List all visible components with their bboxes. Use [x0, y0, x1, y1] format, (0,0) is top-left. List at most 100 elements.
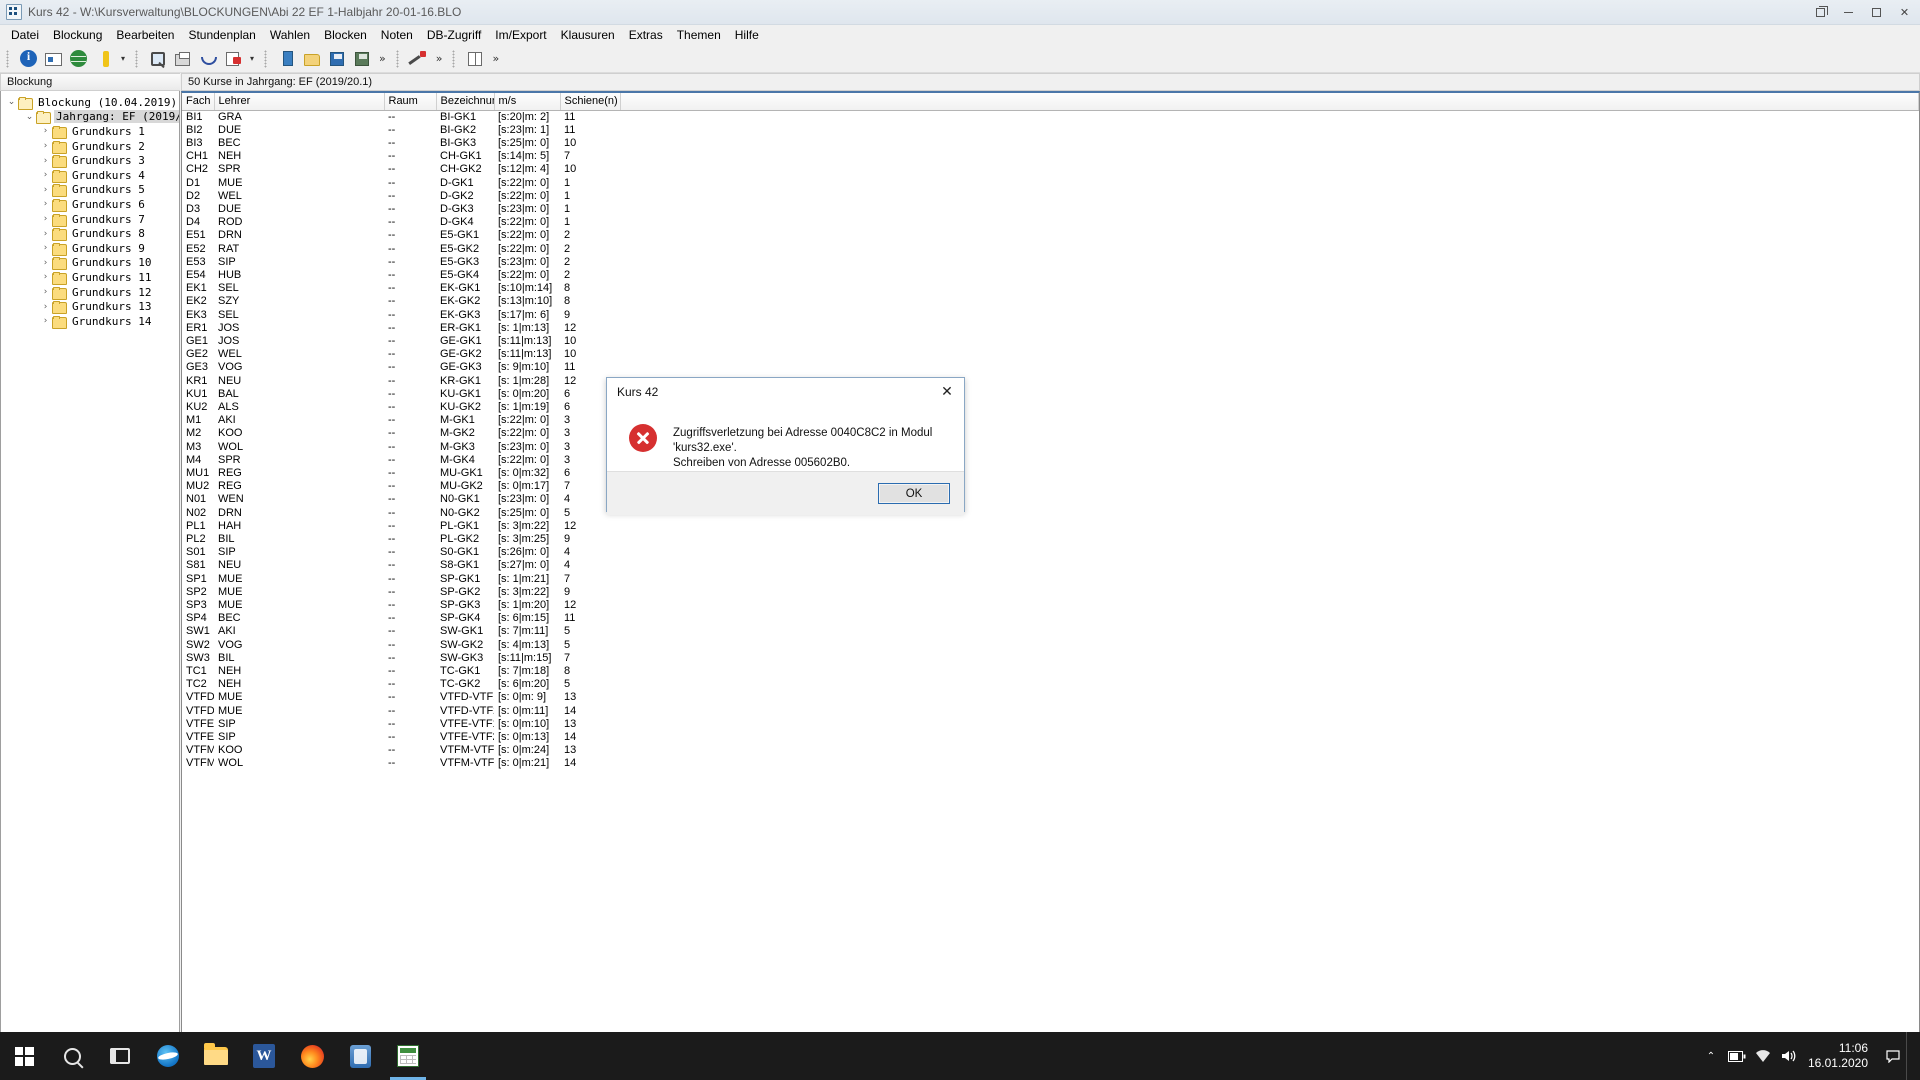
file-explorer-button[interactable] [192, 1032, 240, 1080]
toolbar-dropdown-2[interactable]: ▾ [245, 48, 259, 70]
tray-expand-button[interactable]: ⌃ [1698, 1032, 1724, 1080]
column-header-lehrer[interactable]: Lehrer [214, 93, 385, 111]
table-row[interactable]: SP2 MUE -- SP-GK2 [s: 3|m:22] 9 [182, 586, 1919, 599]
tree-node[interactable]: › Grundkurs 12 [1, 285, 179, 300]
menu-item-datei[interactable]: Datei [4, 25, 46, 45]
table-row[interactable]: TC1 NEH -- TC-GK1 [s: 7|m:18] 8 [182, 665, 1919, 678]
tree-node[interactable]: › Grundkurs 4 [1, 168, 179, 183]
chevron-right-icon[interactable]: › [39, 126, 52, 136]
menu-item-im-export[interactable]: Im/Export [488, 25, 553, 45]
table-row[interactable]: GE1 JOS -- GE-GK1 [s:11|m:13] 10 [182, 335, 1919, 348]
minimize-button[interactable] [1835, 2, 1862, 23]
table-row[interactable]: VTFE2 SIP -- VTFE-VTF2 [s: 0|m:13] 14 [182, 731, 1919, 744]
table-row[interactable]: N01 WEN -- N0-GK1 [s:23|m: 0] 4 [182, 493, 1919, 506]
table-row[interactable]: SP3 MUE -- SP-GK3 [s: 1|m:20] 12 [182, 599, 1919, 612]
tree-node[interactable]: › Grundkurs 6 [1, 197, 179, 212]
toolbar-grip-3[interactable] [264, 49, 267, 68]
column-header-raum[interactable]: Raum [384, 93, 437, 111]
chevron-right-icon[interactable]: › [39, 229, 52, 239]
chevron-right-icon[interactable]: › [39, 316, 52, 326]
column-header-schienen[interactable]: Schiene(n) [560, 93, 621, 111]
chevron-right-icon[interactable]: › [39, 156, 52, 166]
table-row[interactable]: PL1 HAH -- PL-GK1 [s: 3|m:22] 12 [182, 520, 1919, 533]
save-all-button[interactable] [350, 48, 373, 70]
error-dialog[interactable]: Kurs 42 ✕ Zugriffsverletzung bei Adresse… [606, 377, 965, 515]
table-row[interactable]: M4 SPR -- M-GK4 [s:22|m: 0] 3 [182, 454, 1919, 467]
close-button[interactable]: ✕ [1891, 2, 1918, 23]
pgadmin-button[interactable] [336, 1032, 384, 1080]
table-row[interactable]: N02 DRN -- N0-GK2 [s:25|m: 0] 5 [182, 507, 1919, 520]
menu-item-wahlen[interactable]: Wahlen [263, 25, 317, 45]
menu-item-stundenplan[interactable]: Stundenplan [181, 25, 262, 45]
table-row[interactable]: KU2 ALS -- KU-GK2 [s: 1|m:19] 6 [182, 401, 1919, 414]
tree-node[interactable]: ⌄ Jahrgang: EF (2019/ [1, 110, 179, 125]
chevron-right-icon[interactable]: › [39, 214, 52, 224]
menu-item-noten[interactable]: Noten [374, 25, 420, 45]
tree-node[interactable]: › Grundkurs 3 [1, 153, 179, 169]
tree-node[interactable]: › Grundkurs 7 [1, 212, 179, 227]
chevron-down-icon[interactable]: ⌄ [23, 112, 36, 122]
search-button[interactable] [48, 1032, 96, 1080]
key-button[interactable] [92, 48, 115, 70]
chevron-right-icon[interactable]: › [39, 170, 52, 180]
tree-node[interactable]: › Grundkurs 11 [1, 270, 179, 285]
toolbar-dropdown-1[interactable]: ▾ [116, 48, 130, 70]
table-row[interactable]: TC2 NEH -- TC-GK2 [s: 6|m:20] 5 [182, 678, 1919, 691]
toolbar-grip-4[interactable] [395, 49, 399, 68]
toolbar-overflow-4[interactable]: » [431, 52, 448, 65]
table-row[interactable]: EK1 SEL -- EK-GK1 [s:10|m:14] 8 [182, 282, 1919, 295]
start-button[interactable] [0, 1032, 48, 1080]
table-row[interactable]: VTFM2 WOL -- VTFM-VTF2 [s: 0|m:21] 14 [182, 757, 1919, 770]
menu-item-hilfe[interactable]: Hilfe [728, 25, 766, 45]
network-icon[interactable] [1750, 1032, 1776, 1080]
tree-node[interactable]: ⌄ Blockung (10.04.2019) [1, 95, 179, 110]
table-row[interactable]: GE2 WEL -- GE-GK2 [s:11|m:13] 10 [182, 348, 1919, 361]
tree-node[interactable]: › Grundkurs 9 [1, 241, 179, 256]
table-row[interactable]: D1 MUE -- D-GK1 [s:22|m: 0] 1 [182, 177, 1919, 190]
tree-node[interactable]: › Grundkurs 8 [1, 226, 179, 242]
table-row[interactable]: E53 SIP -- E5-GK3 [s:23|m: 0] 2 [182, 256, 1919, 269]
table-row[interactable]: SP1 MUE -- SP-GK1 [s: 1|m:21] 7 [182, 573, 1919, 586]
table-row[interactable]: EK3 SEL -- EK-GK3 [s:17|m: 6] 9 [182, 309, 1919, 322]
tree-node[interactable]: › Grundkurs 13 [1, 299, 179, 315]
course-grid-container[interactable]: Fach Lehrer Raum Bezeichnung m/s Schiene… [181, 91, 1920, 1078]
menu-item-extras[interactable]: Extras [622, 25, 670, 45]
print-button[interactable] [171, 48, 194, 70]
volume-icon[interactable] [1776, 1032, 1802, 1080]
table-row[interactable]: BI3 BEC -- BI-GK3 [s:25|m: 0] 10 [182, 137, 1919, 150]
table-row[interactable]: VTFM1 KOO -- VTFM-VTF1 [s: 0|m:24] 13 [182, 744, 1919, 757]
table-row[interactable]: SW3 BIL -- SW-GK3 [s:11|m:15] 7 [182, 652, 1919, 665]
tree-node[interactable]: › Grundkurs 10 [1, 256, 179, 271]
table-row[interactable]: VTFD2 MUE -- VTFD-VTF2 [s: 0|m:11] 14 [182, 705, 1919, 718]
table-row[interactable]: S81 NEU -- S8-GK1 [s:27|m: 0] 4 [182, 559, 1919, 572]
table-row[interactable]: VTFD1 MUE -- VTFD-VTF1 [s: 0|m: 9] 13 [182, 691, 1919, 704]
kurs42-button[interactable] [384, 1032, 432, 1080]
menu-item-blockung[interactable]: Blockung [46, 25, 109, 45]
book-button[interactable] [463, 48, 486, 70]
chevron-right-icon[interactable]: › [39, 287, 52, 297]
chevron-right-icon[interactable]: › [39, 199, 52, 209]
blockung-tree[interactable]: ⌄ Blockung (10.04.2019) ⌄ Jahrgang: EF (201… [0, 91, 180, 1062]
globe-button[interactable] [67, 48, 90, 70]
table-row[interactable]: E54 HUB -- E5-GK4 [s:22|m: 0] 2 [182, 269, 1919, 282]
clock[interactable]: 11:06 16.01.2020 [1802, 1032, 1880, 1080]
maximize-button[interactable] [1863, 2, 1890, 23]
column-header-ms[interactable]: m/s [494, 93, 561, 111]
table-row[interactable]: M1 AKI -- M-GK1 [s:22|m: 0] 3 [182, 414, 1919, 427]
task-view-button[interactable] [96, 1032, 144, 1080]
pen-button[interactable] [407, 48, 430, 70]
edge-button[interactable] [144, 1032, 192, 1080]
show-desktop-button[interactable] [1906, 1032, 1914, 1080]
table-row[interactable]: EK2 SZY -- EK-GK2 [s:13|m:10] 8 [182, 295, 1919, 308]
table-row[interactable]: MU2 REG -- MU-GK2 [s: 0|m:17] 7 [182, 480, 1919, 493]
toolbar-grip-5[interactable] [452, 49, 456, 68]
table-row[interactable]: S01 SIP -- S0-GK1 [s:26|m: 0] 4 [182, 546, 1919, 559]
table-row[interactable]: GE3 VOG -- GE-GK3 [s: 9|m:10] 11 [182, 361, 1919, 374]
flag-button[interactable] [221, 48, 244, 70]
undo-button[interactable] [196, 48, 219, 70]
tree-node[interactable]: › Grundkurs 2 [1, 139, 179, 154]
chevron-right-icon[interactable]: › [39, 258, 52, 268]
chevron-right-icon[interactable]: › [39, 243, 52, 253]
preview-button[interactable] [146, 48, 169, 70]
column-header-fach[interactable]: Fach [182, 93, 215, 111]
